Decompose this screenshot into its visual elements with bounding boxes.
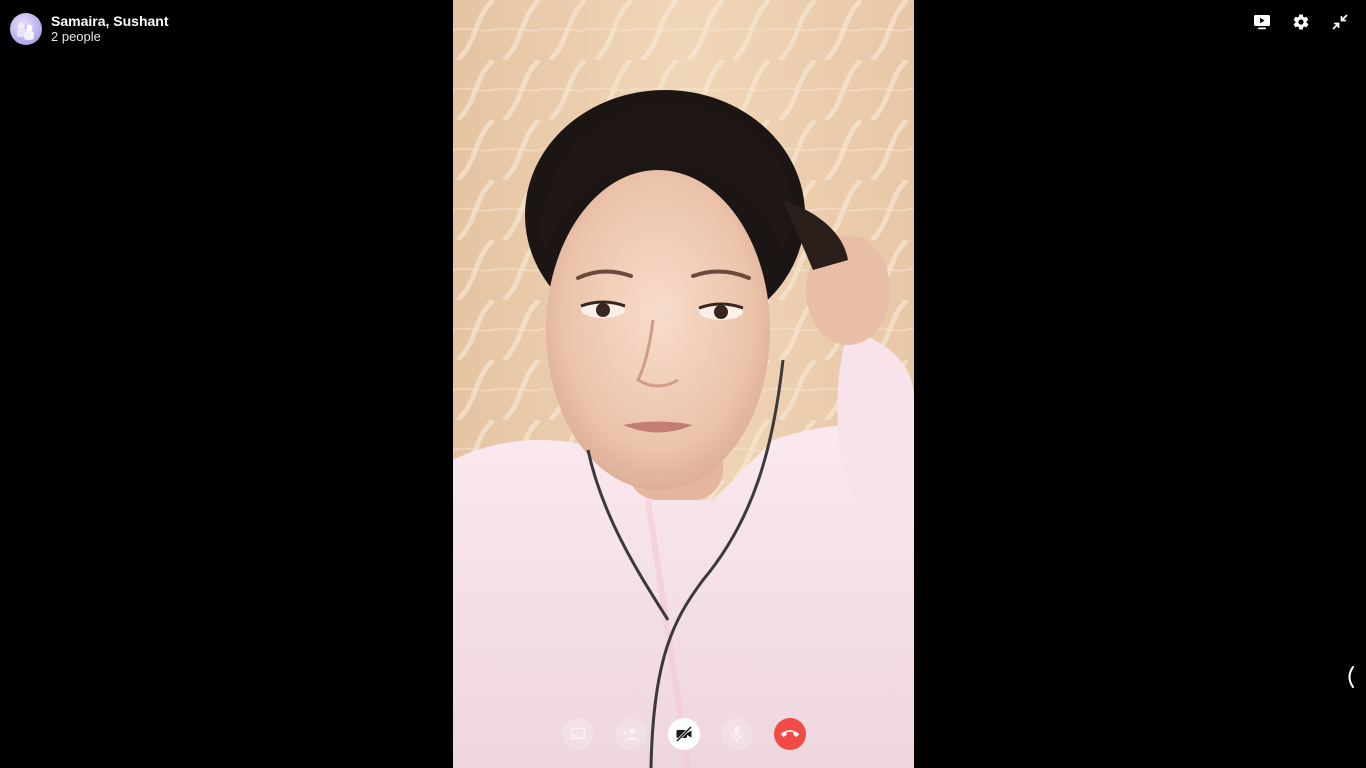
call-controls-bar — [453, 716, 914, 752]
settings-gear-icon[interactable] — [1291, 12, 1311, 32]
share-screen-icon[interactable] — [1252, 12, 1272, 32]
microphone-icon — [730, 726, 743, 742]
call-title: Samaira, Sushant — [51, 13, 169, 29]
remote-participant-video — [453, 0, 914, 768]
share-screen-button[interactable] — [561, 718, 594, 750]
video-call-screen: Samaira, Sushant 2 people — [0, 0, 1366, 768]
header-text: Samaira, Sushant 2 people — [51, 13, 169, 45]
add-person-icon — [622, 728, 637, 740]
microphone-button[interactable] — [720, 718, 753, 750]
participant-count: 2 people — [51, 29, 101, 44]
add-people-button[interactable] — [614, 718, 647, 750]
remote-video-feed — [453, 0, 914, 768]
chevron-left-icon[interactable] — [1343, 664, 1357, 690]
end-call-button[interactable] — [773, 718, 806, 750]
hang-up-icon — [780, 730, 799, 737]
camera-off-icon — [675, 725, 692, 743]
cast-icon — [570, 727, 585, 740]
camera-off-button[interactable] — [667, 718, 700, 750]
avatar-illustration-icon — [17, 23, 34, 40]
exit-fullscreen-icon[interactable] — [1330, 12, 1350, 32]
group-avatar[interactable] — [10, 13, 42, 45]
top-controls — [1252, 12, 1350, 32]
call-header: Samaira, Sushant 2 people — [10, 13, 169, 45]
